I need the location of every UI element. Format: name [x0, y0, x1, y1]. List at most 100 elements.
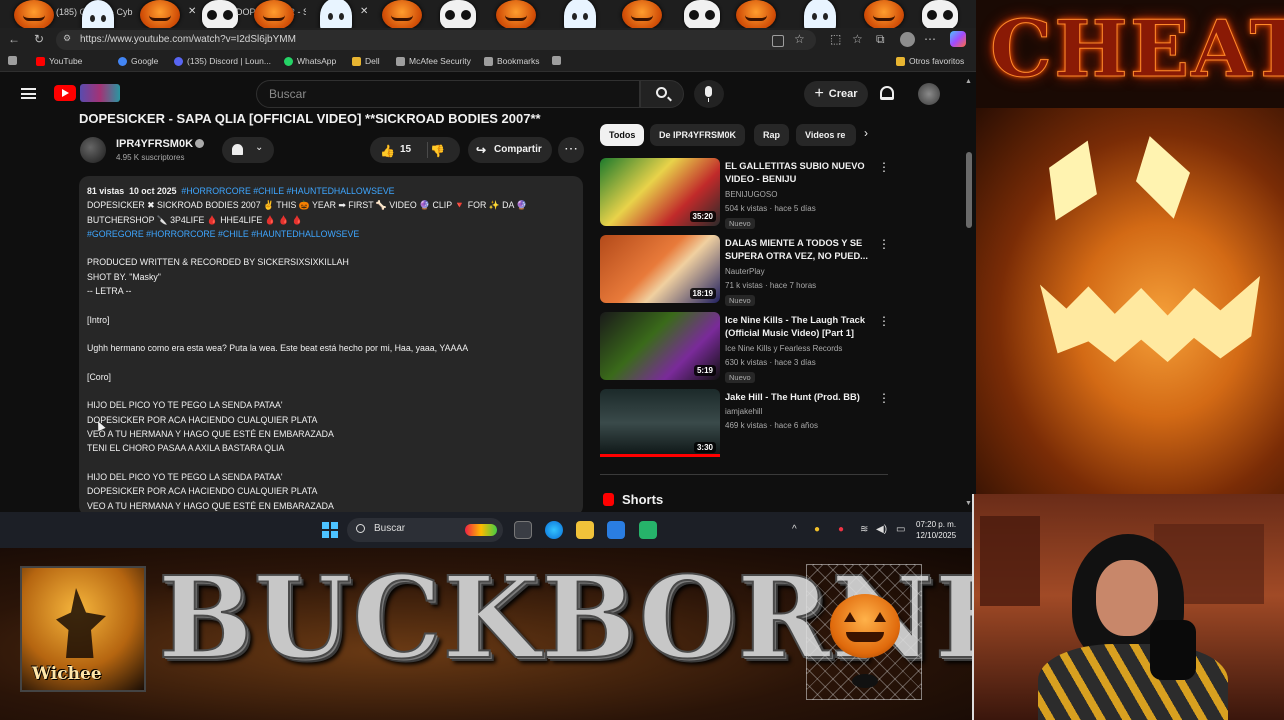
scroll-up-icon[interactable]: ▲ [965, 78, 972, 85]
search-input[interactable] [269, 87, 629, 101]
chip-channel[interactable]: De IPR4YFRSM0K [650, 124, 746, 146]
taskbar-search[interactable]: Buscar [347, 518, 503, 542]
thumbs-down-icon: 👎 [430, 144, 445, 158]
pumpkin-decoration-icon [864, 0, 904, 30]
hashtag-links[interactable]: #GOREGORE #HORRORCORE #CHILE #HAUNTEDHAL… [87, 227, 575, 241]
bookmark-star-icon[interactable]: ☆ [794, 32, 805, 46]
pumpkin-decoration-icon [736, 0, 776, 30]
edge-browser-icon[interactable] [545, 521, 563, 539]
scroll-down-icon[interactable]: ▼ [965, 500, 972, 507]
recommendation-meta: 469 k vistas · hace 6 años [725, 421, 818, 430]
more-vert-icon[interactable]: ⋮ [878, 314, 890, 328]
like-button[interactable]: 👍 15 [370, 137, 426, 163]
bookmark-other-favorites[interactable]: Otros favoritos [896, 56, 964, 66]
more-vert-icon[interactable]: ⋮ [878, 391, 890, 405]
subscribed-button[interactable]: ⌄ [222, 137, 274, 163]
store-icon[interactable] [607, 521, 625, 539]
recommendation-title[interactable]: Ice Nine Kills - The Laugh Track (Offici… [725, 314, 871, 340]
recommendation-item[interactable]: 35:20 EL GALLETITAS SUBIO NUEVO VIDEO - … [600, 158, 890, 229]
dislike-button[interactable]: 👎 [430, 144, 452, 158]
share-button[interactable]: ↪ Compartir [468, 137, 552, 163]
bookmark-youtube[interactable]: YouTube [36, 56, 82, 66]
account-avatar[interactable] [918, 83, 940, 105]
recommendation-title[interactable]: EL GALLETITAS SUBIO NUEVO VIDEO - BENIJU [725, 160, 871, 186]
app-icon[interactable] [639, 521, 657, 539]
divider [600, 474, 888, 475]
hashtag-links[interactable]: #HORRORCORE #CHILE #HAUNTEDHALLOWSEVE [181, 186, 394, 196]
task-view-icon[interactable] [514, 521, 532, 539]
extensions-icon[interactable]: ⬚ [830, 32, 841, 46]
recommendation-title[interactable]: DALAS MIENTE A TODOS Y SE SUPERA OTRA VE… [725, 237, 871, 263]
bookmarks-app-icon[interactable] [8, 56, 17, 65]
chevron-up-icon[interactable]: ^ [792, 524, 797, 535]
bookmark-google[interactable]: Google [118, 56, 158, 66]
description-line [87, 298, 575, 312]
site-info-icon[interactable]: ⚙ [63, 33, 71, 44]
clock[interactable]: 07:20 p. m. 12/10/2025 [916, 519, 956, 541]
bookmark-whatsapp[interactable]: WhatsApp [284, 56, 336, 66]
bookmark-bookmarks[interactable]: Bookmarks [484, 56, 540, 66]
microphone-icon [1150, 620, 1196, 680]
close-tab-icon[interactable]: ✕ [360, 6, 368, 17]
wifi-icon[interactable]: ≋ [860, 524, 868, 535]
divider [427, 142, 428, 158]
notifications-bell-icon[interactable] [880, 86, 894, 100]
more-vert-icon[interactable]: ⋮ [878, 160, 890, 174]
chip-rap[interactable]: Rap [754, 124, 790, 146]
more-actions-button[interactable]: ⋯ [558, 137, 584, 163]
video-thumbnail[interactable]: 3:30 [600, 389, 720, 457]
profile-avatar[interactable] [900, 32, 915, 47]
url-field[interactable]: ⚙ https://www.youtube.com/watch?v=I2dSl6… [56, 30, 816, 50]
windows-start-icon[interactable] [322, 522, 338, 538]
back-icon[interactable]: ← [8, 32, 20, 46]
close-tab-icon[interactable]: ✕ [188, 6, 196, 17]
recommendation-title[interactable]: Jake Hill - The Hunt (Prod. BB) [725, 391, 871, 404]
voice-search-button[interactable] [694, 80, 724, 108]
channel-avatar[interactable] [80, 137, 106, 163]
bookmark-discord[interactable]: (135) Discord | Loun... [174, 56, 271, 66]
recommendation-channel[interactable]: Ice Nine Kills y Fearless Records [725, 344, 842, 353]
video-thumbnail[interactable]: 5:19 [600, 312, 720, 380]
more-vert-icon[interactable]: ⋮ [878, 237, 890, 251]
recommendation-item[interactable]: 3:30 Jake Hill - The Hunt (Prod. BB) iam… [600, 389, 890, 459]
battery-icon[interactable]: ▭ [896, 524, 905, 535]
folder-icon [352, 56, 361, 66]
description-line [87, 384, 575, 398]
youtube-watch-page: +Crear DOPESICKER - SAPA QLIA [OFFICIAL … [0, 72, 976, 512]
reload-icon[interactable]: ↻ [34, 32, 44, 46]
recommendation-channel[interactable]: iamjakehill [725, 407, 762, 416]
create-button[interactable]: + Crear [804, 81, 868, 107]
favorites-icon[interactable]: ☆ [852, 32, 863, 46]
video-thumbnail[interactable]: 18:19 [600, 235, 720, 303]
bookmark-mcafee[interactable]: McAfee Security [396, 56, 471, 66]
install-app-icon[interactable] [772, 35, 784, 47]
search-icon [356, 524, 365, 533]
recommendation-channel[interactable]: NauterPlay [725, 267, 765, 276]
copilot-icon[interactable] [950, 31, 966, 47]
video-description[interactable]: 81 vistas 10 oct 2025 #HORRORCORE #CHILE… [79, 176, 583, 512]
chip-related[interactable]: Videos re [796, 124, 856, 146]
youtube-icon [36, 56, 45, 66]
volume-icon[interactable]: ◀) [876, 524, 887, 535]
microphone-icon[interactable]: ● [838, 524, 844, 535]
youtube-logo-icon[interactable] [54, 85, 76, 101]
bookmark-blank[interactable] [552, 56, 561, 65]
description-line: DOPESICKER ✖ SICKROAD BODIES 2007 ✌ THIS… [87, 200, 528, 211]
collections-icon[interactable]: ⧉ [876, 32, 885, 47]
recommendation-channel[interactable]: BENIJUGOSO [725, 190, 777, 199]
scrollbar-thumb[interactable] [966, 152, 972, 228]
chevron-right-icon[interactable]: › [864, 126, 868, 140]
youtube-doodle-icon[interactable] [80, 84, 120, 102]
menu-dots-icon[interactable]: ⋯ [924, 32, 936, 46]
bookmark-dell[interactable]: Dell [352, 56, 380, 66]
recommendation-item[interactable]: 18:19 DALAS MIENTE A TODOS Y SE SUPERA O… [600, 235, 890, 306]
menu-icon[interactable] [21, 88, 36, 99]
recommendation-item[interactable]: 5:19 Ice Nine Kills - The Laugh Track (O… [600, 312, 890, 383]
search-button[interactable] [640, 80, 684, 108]
channel-name[interactable]: IPR4YFRSM0K [116, 138, 193, 150]
file-explorer-icon[interactable] [576, 521, 594, 539]
video-thumbnail[interactable]: 35:20 [600, 158, 720, 226]
stream-banner: Wichee BUCKBORNE [0, 548, 976, 720]
tray-app-icon[interactable]: ● [814, 524, 820, 535]
chip-all[interactable]: Todos [600, 124, 645, 146]
